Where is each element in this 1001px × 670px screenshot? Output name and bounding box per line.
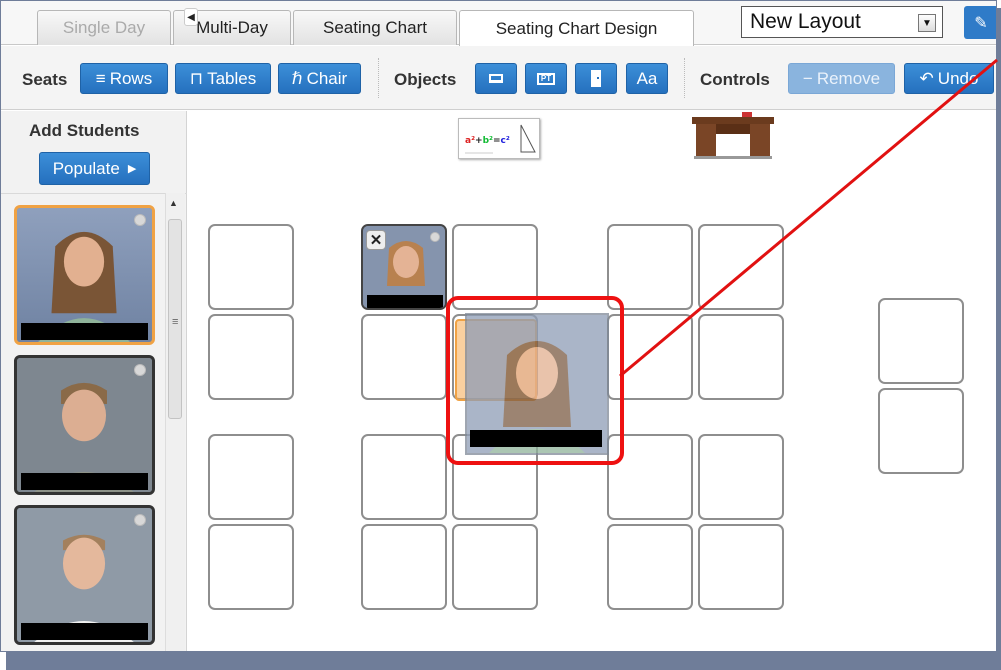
- student-photo: [17, 358, 152, 492]
- design-toolbar: Seats ≡ Rows ⊓ Tables ℏ Chair Objects PT: [1, 46, 996, 110]
- svg-text:a²+b²=c²: a²+b²=c²: [465, 136, 510, 146]
- screenshot-frame: Single Day Multi-Day Seating Chart Seati…: [0, 0, 1001, 670]
- minus-icon: −: [802, 68, 813, 88]
- occupied-seat[interactable]: ✕: [361, 224, 447, 310]
- seat[interactable]: [208, 314, 294, 400]
- student-name-redacted: [21, 473, 148, 490]
- dropdown-arrow-icon[interactable]: ▼: [918, 14, 936, 32]
- student-card[interactable]: [14, 505, 155, 645]
- student-name-redacted: [21, 323, 148, 340]
- seating-chart-window: Single Day Multi-Day Seating Chart Seati…: [0, 0, 997, 652]
- chair-icon: ℏ: [291, 68, 303, 88]
- populate-button[interactable]: Populate ▶: [39, 152, 150, 185]
- table-icon: ⊓: [189, 68, 204, 88]
- student-name-redacted: [470, 430, 602, 447]
- pencil-icon: ✎: [974, 14, 988, 32]
- tab-seating-chart[interactable]: Seating Chart: [293, 10, 457, 45]
- rows-button[interactable]: ≡ Rows: [80, 63, 168, 94]
- seat[interactable]: [607, 224, 693, 310]
- seat[interactable]: [607, 524, 693, 610]
- seat[interactable]: [208, 224, 294, 310]
- seats-group-label: Seats: [22, 70, 68, 89]
- student-name-redacted: [21, 623, 148, 640]
- objects-group-label: Objects: [394, 70, 457, 89]
- tables-button-label: Tables: [207, 68, 257, 88]
- student-card[interactable]: [14, 205, 155, 345]
- frame-shadow-bottom: [6, 652, 1001, 670]
- seat[interactable]: [698, 314, 784, 400]
- whiteboard-object[interactable]: a²+b²=c²: [458, 118, 540, 159]
- desk-icon: PT: [537, 72, 555, 85]
- collapse-sidebar-icon[interactable]: ◀: [184, 8, 198, 26]
- desk-icon: [692, 112, 774, 159]
- seat[interactable]: [452, 524, 538, 610]
- student-sidebar: Add Students Populate ▶ ▲ ≡: [1, 111, 187, 651]
- tab-bar: Single Day Multi-Day Seating Chart Seati…: [1, 1, 996, 46]
- undo-icon: ↶: [919, 68, 934, 88]
- teacher-desk-object[interactable]: [692, 112, 774, 160]
- undo-button-label: Undo: [937, 68, 979, 88]
- seat[interactable]: [208, 524, 294, 610]
- clock-icon: [134, 514, 146, 526]
- toolbar-divider: [378, 58, 379, 98]
- add-text-button[interactable]: Aa: [626, 63, 668, 94]
- grip-icon: ≡: [172, 316, 179, 328]
- rows-icon: ≡: [95, 68, 106, 88]
- remove-student-icon[interactable]: ✕: [366, 230, 386, 250]
- chair-button[interactable]: ℏ Chair: [278, 63, 361, 94]
- door-icon: [591, 70, 601, 87]
- add-door-button[interactable]: [575, 63, 617, 94]
- scroll-up-icon[interactable]: ▲: [169, 198, 178, 208]
- seat[interactable]: [208, 434, 294, 520]
- seat[interactable]: [361, 434, 447, 520]
- clock-icon: [134, 214, 146, 226]
- remove-button[interactable]: − Remove: [788, 63, 895, 94]
- sidebar-scrollbar[interactable]: ▲ ≡: [165, 193, 185, 651]
- whiteboard-icon: [489, 74, 503, 83]
- scrollbar-thumb[interactable]: ≡: [168, 219, 182, 419]
- populate-button-label: Populate: [52, 158, 120, 178]
- math-board-icon: a²+b²=c²: [465, 124, 536, 154]
- rows-button-label: Rows: [109, 68, 153, 88]
- add-board-button[interactable]: [475, 63, 517, 94]
- toolbar-divider: [684, 58, 685, 98]
- student-photo: [17, 208, 152, 342]
- student-name-redacted: [367, 295, 443, 308]
- tab-seating-chart-design[interactable]: Seating Chart Design: [459, 10, 694, 46]
- clock-icon: [430, 232, 440, 242]
- student-photo: [17, 508, 152, 642]
- clock-icon: [134, 364, 146, 376]
- seat[interactable]: [361, 314, 447, 400]
- seat[interactable]: [698, 524, 784, 610]
- controls-group-label: Controls: [700, 70, 770, 89]
- chair-button-label: Chair: [306, 68, 348, 88]
- seat[interactable]: [878, 388, 964, 474]
- add-desk-button[interactable]: PT: [525, 63, 567, 94]
- caret-right-icon: ▶: [127, 163, 137, 175]
- sidebar-divider: [1, 193, 187, 194]
- layout-select-value: New Layout: [750, 10, 861, 33]
- student-card[interactable]: [14, 355, 155, 495]
- add-text-label: Aa: [636, 68, 658, 88]
- frame-shadow-right: [997, 8, 1001, 666]
- layout-select[interactable]: New Layout ▼: [741, 6, 943, 38]
- seating-canvas[interactable]: a²+b²=c² ✕: [188, 111, 996, 651]
- seat[interactable]: [698, 434, 784, 520]
- tables-button[interactable]: ⊓ Tables: [175, 63, 271, 94]
- seat[interactable]: [878, 298, 964, 384]
- remove-button-label: Remove: [816, 68, 881, 88]
- undo-button[interactable]: ↶ Undo: [904, 63, 994, 94]
- seat[interactable]: [698, 224, 784, 310]
- add-students-title: Add Students: [29, 121, 140, 140]
- edit-layout-button[interactable]: ✎: [964, 6, 996, 39]
- tab-single-day[interactable]: Single Day: [37, 10, 171, 45]
- seat[interactable]: [361, 524, 447, 610]
